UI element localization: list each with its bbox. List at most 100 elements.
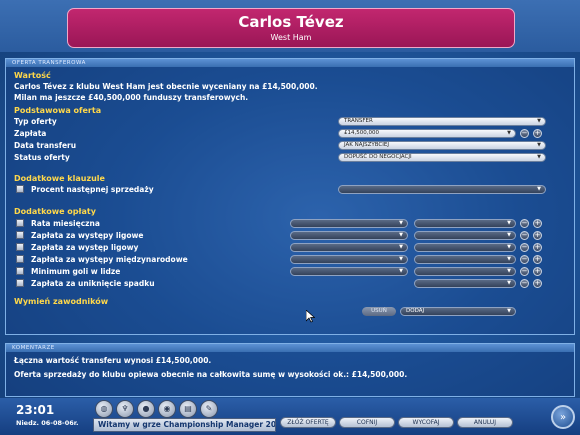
- news-ticker: Witamy w grze Championship Manager 2006: [93, 418, 276, 432]
- relegation-avoidance-checkbox[interactable]: [16, 279, 24, 287]
- monthly-installment-checkbox[interactable]: [16, 219, 24, 227]
- chevron-down-icon: ▼: [507, 256, 511, 262]
- ball-icon[interactable]: ●: [137, 400, 155, 418]
- player-header: Carlos Tévez West Ham: [67, 8, 515, 48]
- min-league-goals-dropdown-1[interactable]: ▼: [290, 267, 408, 276]
- payment-value: £14,500,000: [344, 130, 379, 136]
- relegation-avoidance-dropdown[interactable]: ▼: [414, 279, 516, 288]
- league-appearance-label: Zapłata za występ ligowy: [31, 243, 139, 252]
- chevron-down-icon: ▼: [537, 142, 541, 148]
- chevron-down-icon: ▼: [507, 232, 511, 238]
- value-line-1: Carlos Tévez z klubu West Ham jest obecn…: [14, 82, 318, 91]
- add-player-label: DODAJ: [406, 308, 425, 314]
- value-heading: Wartość: [14, 71, 51, 80]
- league-appearance-checkbox[interactable]: [16, 243, 24, 251]
- offer-status-dropdown[interactable]: DOPUŚĆ DO NEGOCJACJI ▼: [338, 153, 546, 162]
- chevron-down-icon: ▼: [399, 268, 403, 274]
- chevron-down-icon: ▼: [399, 220, 403, 226]
- monthly-installment-label: Rata miesięczna: [31, 219, 100, 228]
- min-league-goals-label: Minimum goli w lidze: [31, 267, 121, 276]
- chevron-down-icon: ▼: [507, 308, 511, 314]
- chevron-down-icon: ▼: [537, 186, 541, 192]
- chevron-down-icon: ▼: [507, 130, 511, 136]
- chevron-down-icon: ▼: [399, 256, 403, 262]
- game-clock: 23:01: [16, 403, 55, 417]
- international-appearances-checkbox[interactable]: [16, 255, 24, 263]
- chevron-down-icon: ▼: [399, 232, 403, 238]
- value-line-2: Milan ma jeszcze £40,500,000 funduszy tr…: [14, 93, 249, 102]
- edit-icon[interactable]: ✎: [200, 400, 218, 418]
- notepad-icon[interactable]: ▤: [179, 400, 197, 418]
- monthly-installment-dropdown-2[interactable]: ▼: [414, 219, 516, 228]
- chevron-down-icon: ▼: [507, 268, 511, 274]
- international-appearances-decrease-button[interactable]: −: [520, 255, 529, 264]
- monthly-installment-dropdown-1[interactable]: ▼: [290, 219, 408, 228]
- withdraw-button[interactable]: WYCOFAJ: [398, 417, 454, 428]
- extra-fees-heading: Dodatkowe opłaty: [14, 207, 96, 216]
- panel-title: OFERTA TRANSFEROWA: [6, 59, 574, 67]
- league-appearance-dropdown-2[interactable]: ▼: [414, 243, 516, 252]
- league-appearance-dropdown-1[interactable]: ▼: [290, 243, 408, 252]
- league-appearance-decrease-button[interactable]: −: [520, 243, 529, 252]
- submit-offer-button[interactable]: ZŁÓŻ OFERTĘ: [280, 417, 336, 428]
- chevron-down-icon: ▼: [537, 118, 541, 124]
- remove-player-button[interactable]: USUŃ: [362, 307, 396, 316]
- transfer-date-value: JAK NAJSZYBCIEJ: [344, 142, 389, 148]
- league-appearances-checkbox[interactable]: [16, 231, 24, 239]
- relegation-avoidance-increase-button[interactable]: +: [533, 279, 542, 288]
- cancel-button[interactable]: ANULUJ: [457, 417, 513, 428]
- relegation-avoidance-label: Zapłata za uniknięcie spadku: [31, 279, 155, 288]
- offer-type-dropdown[interactable]: TRANSFER ▼: [338, 117, 546, 126]
- disk-icon[interactable]: ◉: [158, 400, 176, 418]
- chevron-down-icon: ▼: [507, 220, 511, 226]
- mouse-cursor-icon: [306, 310, 315, 323]
- monthly-installment-decrease-button[interactable]: −: [520, 219, 529, 228]
- min-league-goals-decrease-button[interactable]: −: [520, 267, 529, 276]
- player-name: Carlos Tévez: [238, 13, 344, 31]
- payment-decrease-button[interactable]: −: [520, 129, 529, 138]
- next-sale-percent-checkbox[interactable]: [16, 185, 24, 193]
- offer-status-label: Status oferty: [14, 153, 70, 162]
- monthly-installment-increase-button[interactable]: +: [533, 219, 542, 228]
- league-appearances-dropdown-2[interactable]: ▼: [414, 231, 516, 240]
- chevron-down-icon: ▼: [507, 244, 511, 250]
- comments-title: KOMENTARZE: [6, 344, 574, 352]
- league-appearance-increase-button[interactable]: +: [533, 243, 542, 252]
- globe-icon[interactable]: ◍: [95, 400, 113, 418]
- extra-clauses-heading: Dodatkowe klauzule: [14, 174, 105, 183]
- chevron-down-icon: ▼: [399, 244, 403, 250]
- transfer-date-dropdown[interactable]: JAK NAJSZYBCIEJ ▼: [338, 141, 546, 150]
- international-appearances-dropdown-2[interactable]: ▼: [414, 255, 516, 264]
- add-player-dropdown[interactable]: DODAJ ▼: [400, 307, 516, 316]
- relegation-avoidance-decrease-button[interactable]: −: [520, 279, 529, 288]
- payment-dropdown[interactable]: £14,500,000 ▼: [338, 129, 516, 138]
- basic-offer-heading: Podstawowa oferta: [14, 106, 102, 115]
- league-appearances-increase-button[interactable]: +: [533, 231, 542, 240]
- trophy-icon[interactable]: ♆: [116, 400, 134, 418]
- offer-type-label: Typ oferty: [14, 117, 57, 126]
- league-appearances-dropdown-1[interactable]: ▼: [290, 231, 408, 240]
- min-league-goals-dropdown-2[interactable]: ▼: [414, 267, 516, 276]
- payment-increase-button[interactable]: +: [533, 129, 542, 138]
- league-appearances-label: Zapłata za występy ligowe: [31, 231, 144, 240]
- min-league-goals-checkbox[interactable]: [16, 267, 24, 275]
- game-date: Niedz. 06-08-06r.: [16, 419, 79, 427]
- chevron-down-icon: ▼: [537, 154, 541, 160]
- payment-label: Zapłata: [14, 129, 47, 138]
- international-appearances-increase-button[interactable]: +: [533, 255, 542, 264]
- player-exchange-heading: Wymień zawodników: [14, 297, 109, 306]
- international-appearances-label: Zapłata za występy międzynarodowe: [31, 255, 188, 264]
- min-league-goals-increase-button[interactable]: +: [533, 267, 542, 276]
- next-sale-percent-dropdown[interactable]: ▼: [338, 185, 546, 194]
- player-club: West Ham: [270, 33, 312, 42]
- international-appearances-dropdown-1[interactable]: ▼: [290, 255, 408, 264]
- continue-arrow-icon[interactable]: »: [551, 405, 575, 429]
- comment-line-2: Oferta sprzedaży do klubu opiewa obecnie…: [14, 370, 408, 379]
- league-appearances-decrease-button[interactable]: −: [520, 231, 529, 240]
- next-sale-percent-label: Procent następnej sprzedaży: [31, 185, 154, 194]
- transfer-date-label: Data transferu: [14, 141, 77, 150]
- back-button[interactable]: COFNIJ: [339, 417, 395, 428]
- chevron-down-icon: ▼: [507, 280, 511, 286]
- offer-type-value: TRANSFER: [344, 118, 373, 124]
- comment-line-1: Łączna wartość transferu wynosi £14,500,…: [14, 356, 212, 365]
